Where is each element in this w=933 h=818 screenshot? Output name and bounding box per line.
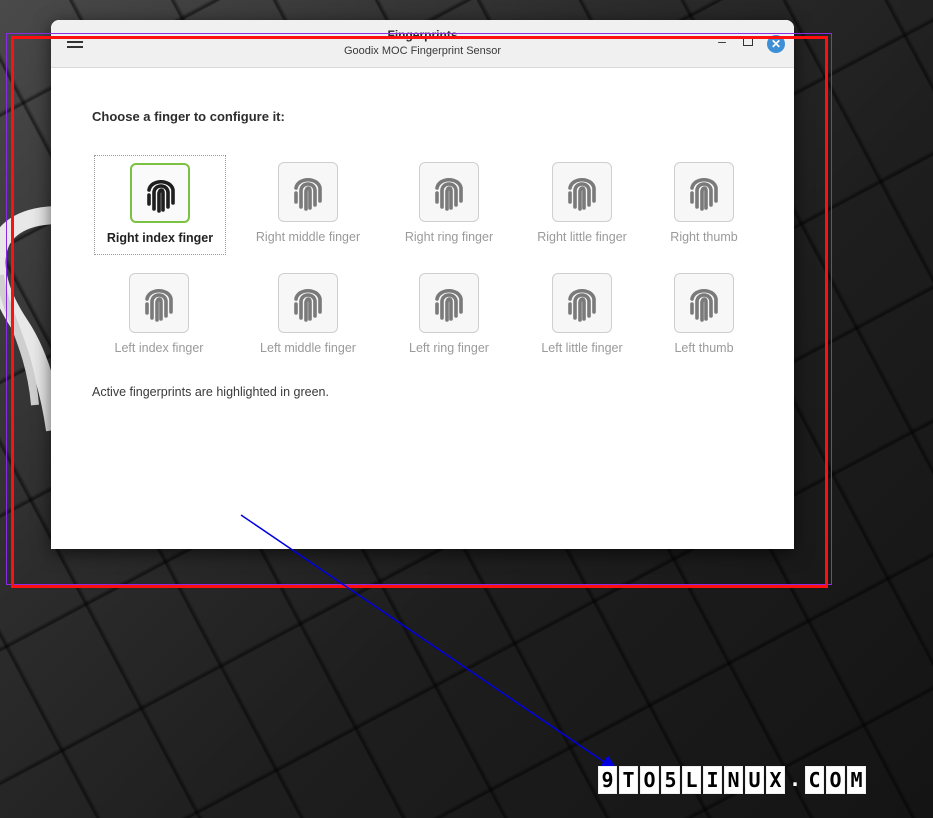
close-icon[interactable]: ✕ [767, 35, 785, 53]
watermark-char: L [682, 766, 701, 794]
finger-label: Right thumb [670, 230, 738, 244]
maximize-icon[interactable] [743, 36, 753, 46]
finger-tile[interactable]: Left middle finger [243, 266, 373, 364]
watermark-char: U [745, 766, 764, 794]
fingerprint-icon [419, 162, 479, 222]
watermark-char: O [826, 766, 846, 794]
site-watermark: 9TO5LINUX.COM [598, 766, 867, 794]
finger-label: Right ring finger [404, 230, 494, 244]
fingerprint-icon [674, 162, 734, 222]
finger-label: Right index finger [106, 231, 214, 245]
fingerprint-icon [278, 162, 338, 222]
watermark-char: C [805, 766, 825, 794]
watermark-char: I [703, 766, 722, 794]
fingerprint-icon [674, 273, 734, 333]
finger-label: Left thumb [674, 341, 734, 355]
window-subtitle: Goodix MOC Fingerprint Sensor [343, 45, 502, 57]
finger-tile[interactable]: Left ring finger [384, 266, 514, 364]
finger-label: Left index finger [114, 341, 204, 355]
fingerprint-icon [552, 162, 612, 222]
fingerprint-icon [552, 273, 612, 333]
fingerprint-icon [419, 273, 479, 333]
watermark-char: X [766, 766, 785, 794]
fingerprint-icon [278, 273, 338, 333]
finger-label: Right middle finger [255, 230, 361, 244]
finger-tile[interactable]: Left thumb [639, 266, 769, 364]
minimize-icon[interactable]: – [715, 34, 729, 48]
finger-tile[interactable]: Left index finger [94, 266, 224, 364]
fingerprint-icon [130, 163, 190, 223]
finger-tile[interactable]: Left little finger [517, 266, 647, 364]
finger-tile[interactable]: Right middle finger [243, 155, 373, 253]
window-title: Fingerprints [387, 28, 458, 42]
finger-label: Left little finger [541, 341, 623, 355]
fingerprints-window: Fingerprints Goodix MOC Fingerprint Sens… [51, 20, 794, 549]
watermark-char: . [789, 767, 802, 791]
finger-label: Left middle finger [260, 341, 356, 355]
watermark-char: T [619, 766, 638, 794]
finger-label: Left ring finger [409, 341, 489, 355]
watermark-char: O [640, 766, 659, 794]
finger-tile[interactable]: Right little finger [517, 155, 647, 253]
finger-prompt: Choose a finger to configure it: [92, 109, 285, 124]
watermark-char: 5 [661, 766, 680, 794]
active-note: Active fingerprints are highlighted in g… [92, 385, 329, 399]
finger-tile[interactable]: Right ring finger [384, 155, 514, 253]
watermark-char: 9 [598, 766, 617, 794]
fingerprint-icon [129, 273, 189, 333]
finger-label: Right little finger [537, 230, 627, 244]
finger-tile[interactable]: Right index finger [94, 155, 226, 255]
title-bar: Fingerprints Goodix MOC Fingerprint Sens… [51, 20, 794, 68]
watermark-char: M [847, 766, 867, 794]
finger-tile[interactable]: Right thumb [639, 155, 769, 253]
watermark-char: N [724, 766, 743, 794]
